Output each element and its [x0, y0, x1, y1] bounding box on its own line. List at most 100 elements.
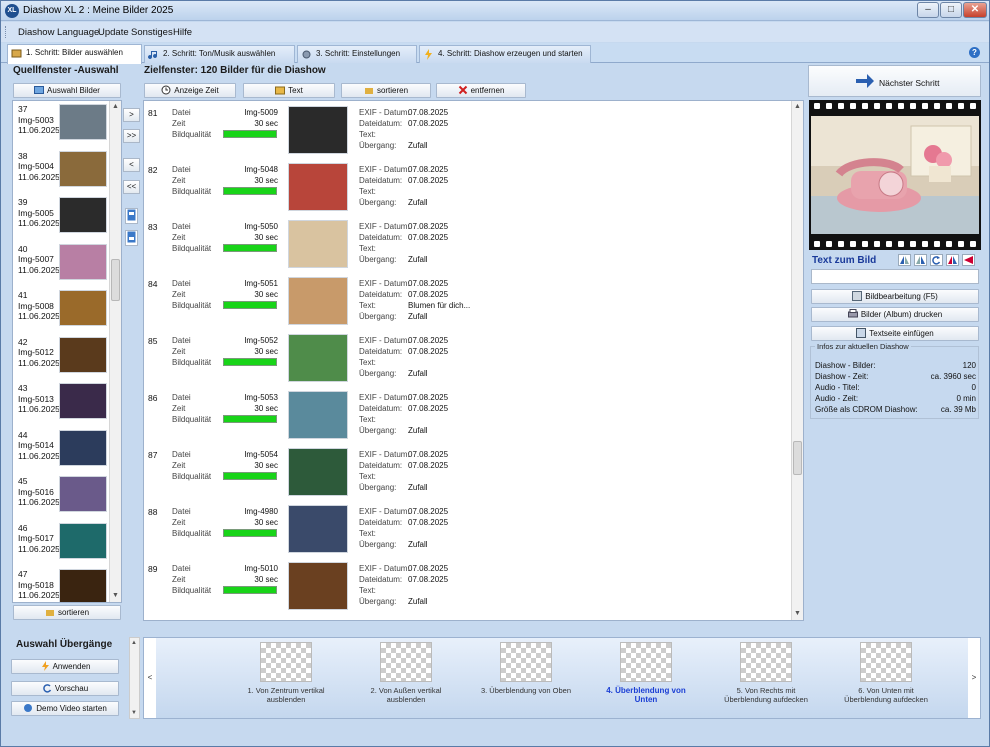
- scroll-down-arrow[interactable]: ▼: [110, 590, 121, 602]
- select-images-button[interactable]: Auswahl Bilder: [13, 83, 121, 98]
- add-all-button[interactable]: >>: [123, 129, 140, 143]
- target-row[interactable]: 85 Datei Zeit Bildqualität Img-5052 30 sec EXI…: [144, 329, 789, 386]
- text-button[interactable]: Text: [243, 83, 335, 98]
- source-item[interactable]: 46 Img-5017 11.06.2025: [13, 520, 113, 567]
- film-hole: [814, 103, 820, 109]
- target-scrollbar[interactable]: ▲ ▼: [791, 101, 803, 620]
- source-item-name: Img-5008: [18, 300, 54, 311]
- target-row[interactable]: 81 Datei Zeit Bildqualität Img-5009 30 sec EXI…: [144, 101, 789, 158]
- target-row[interactable]: 83 Datei Zeit Bildqualität Img-5050 30 sec EXI…: [144, 215, 789, 272]
- menu-diashow[interactable]: Diashow: [18, 27, 54, 38]
- file-date: 07.08.2025: [408, 347, 449, 356]
- rotate-icon[interactable]: [930, 254, 943, 266]
- film-hole: [850, 241, 856, 247]
- quality-label: Bildqualität: [172, 130, 212, 139]
- display-time-label: Anzeige Zeit: [174, 86, 219, 95]
- target-row[interactable]: 88 Datei Zeit Bildqualität Img-4980 30 sec EXI…: [144, 500, 789, 557]
- image-text-input[interactable]: [811, 269, 979, 284]
- print-album-button[interactable]: Bilder (Album) drucken: [811, 307, 979, 322]
- move-up-icon[interactable]: [125, 208, 138, 224]
- film-hole: [910, 103, 916, 109]
- source-item[interactable]: 37 Img-5003 11.06.2025: [13, 101, 113, 148]
- transition-item[interactable]: 5. Von Rechts mit Überblendung aufdecken: [716, 642, 816, 714]
- minimize-button[interactable]: –: [917, 2, 939, 18]
- transition-item[interactable]: 3. Überblendung von Oben: [476, 642, 576, 714]
- file-label: Datei: [172, 450, 191, 459]
- transition-item[interactable]: 1. Von Zentrum vertikal ausblenden: [236, 642, 336, 714]
- source-item[interactable]: 41 Img-5008 11.06.2025: [13, 287, 113, 334]
- remove-one-button[interactable]: <: [123, 158, 140, 172]
- source-item-date: 11.06.2025: [18, 218, 60, 228]
- scroll-down-arrow[interactable]: ▼: [792, 608, 803, 620]
- source-item[interactable]: 44 Img-5014 11.06.2025: [13, 427, 113, 474]
- info-value: 0: [971, 383, 976, 392]
- scroll-thumb[interactable]: [793, 441, 802, 475]
- source-item[interactable]: 38 Img-5004 11.06.2025: [13, 148, 113, 195]
- source-item[interactable]: 45 Img-5016 11.06.2025: [13, 473, 113, 520]
- move-down-icon[interactable]: [125, 230, 138, 246]
- scroll-down-arrow[interactable]: ▼: [131, 710, 137, 716]
- flip-icon[interactable]: [946, 254, 959, 266]
- close-button[interactable]: ✕: [963, 2, 987, 18]
- exif-date: 07.08.2025: [408, 450, 449, 459]
- target-row[interactable]: 86 Datei Zeit Bildqualität Img-5053 30 sec EXI…: [144, 386, 789, 443]
- menu-hilfe[interactable]: Hilfe: [173, 27, 192, 38]
- transitions-prev-button[interactable]: <: [144, 638, 156, 718]
- display-time-button[interactable]: Anzeige Zeit: [144, 83, 236, 98]
- transition-item[interactable]: 2. Von Außen vertikal ausblenden: [356, 642, 456, 714]
- source-sort-button[interactable]: sortieren: [13, 605, 121, 620]
- add-one-button[interactable]: >: [123, 108, 140, 122]
- scroll-thumb[interactable]: [111, 259, 120, 301]
- scroll-up-arrow[interactable]: ▲: [131, 640, 137, 646]
- maximize-button[interactable]: □: [940, 2, 962, 18]
- help-icon[interactable]: ?: [969, 47, 980, 58]
- target-row[interactable]: 87 Datei Zeit Bildqualität Img-5054 30 sec EXI…: [144, 443, 789, 500]
- menu-language[interactable]: Language: [57, 27, 99, 38]
- source-item[interactable]: 47 Img-5018 11.06.2025: [13, 566, 113, 602]
- source-item[interactable]: 39 Img-5005 11.06.2025: [13, 194, 113, 241]
- preview-button[interactable]: Vorschau: [11, 681, 119, 696]
- scroll-up-arrow[interactable]: ▲: [792, 101, 803, 113]
- exif-label: EXIF - Datum:: [359, 279, 410, 288]
- tab-step-3[interactable]: 3. Schritt: Einstellungen: [297, 45, 417, 63]
- next-step-button[interactable]: Nächster Schritt: [808, 65, 981, 97]
- source-list[interactable]: 37 Img-5003 11.06.2025 38 Img-5004 11.06.2025…: [12, 100, 122, 603]
- source-item[interactable]: 43 Img-5013 11.06.2025: [13, 380, 113, 427]
- film-hole: [946, 241, 952, 247]
- row-number: 87: [148, 450, 158, 460]
- source-scrollbar[interactable]: ▲ ▼: [109, 101, 121, 602]
- apply-button[interactable]: Anwenden: [11, 659, 119, 674]
- source-item[interactable]: 42 Img-5012 11.06.2025: [13, 334, 113, 381]
- file-date: 07.08.2025: [408, 176, 449, 185]
- mirror-horizontal-icon[interactable]: [898, 254, 911, 266]
- menu-update[interactable]: Update: [98, 27, 129, 38]
- next-step-label: Nächster Schritt: [879, 78, 940, 88]
- mirror-vertical-icon[interactable]: [914, 254, 927, 266]
- remove-button[interactable]: entfernen: [436, 83, 526, 98]
- target-list[interactable]: 81 Datei Zeit Bildqualität Img-5009 30 sec EXI…: [143, 100, 804, 621]
- remove-all-button[interactable]: <<: [123, 180, 140, 194]
- exif-label: EXIF - Datum:: [359, 450, 410, 459]
- transition-item[interactable]: 4. Überblendung von Unten: [596, 642, 696, 714]
- tab-step-1[interactable]: 1. Schritt: Bilder auswählen: [7, 44, 142, 64]
- tab-step-4[interactable]: 4. Schritt: Diashow erzeugen und starten: [419, 45, 591, 63]
- target-sort-button[interactable]: sortieren: [341, 83, 431, 98]
- flip-vertical-icon[interactable]: [962, 254, 975, 266]
- print-album-label: Bilder (Album) drucken: [860, 310, 943, 319]
- transitions-title: Auswahl Übergänge: [16, 639, 113, 650]
- demo-video-button[interactable]: Demo Video starten: [11, 701, 119, 716]
- scroll-up-arrow[interactable]: ▲: [110, 101, 121, 113]
- target-row[interactable]: 89 Datei Zeit Bildqualität Img-5010 30 sec EXI…: [144, 557, 789, 614]
- transitions-vscroll[interactable]: ▲ ▼: [129, 637, 140, 719]
- info-row: Diashow - Bilder: 120: [815, 361, 976, 372]
- image-editing-button[interactable]: Bildbearbeitung (F5): [811, 289, 979, 304]
- menu-sonstiges[interactable]: Sonstiges: [131, 27, 173, 38]
- insert-text-page-button[interactable]: Textseite einfügen: [811, 326, 979, 341]
- tab-step-2[interactable]: 2. Schritt: Ton/Musik auswählen: [144, 45, 295, 63]
- source-item[interactable]: 40 Img-5007 11.06.2025: [13, 241, 113, 288]
- row-number: 89: [148, 564, 158, 574]
- transition-item[interactable]: 6. Von Unten mit Überblendung aufdecken: [836, 642, 936, 714]
- target-row[interactable]: 82 Datei Zeit Bildqualität Img-5048 30 sec EXI…: [144, 158, 789, 215]
- transitions-next-button[interactable]: >: [968, 638, 980, 718]
- target-row[interactable]: 84 Datei Zeit Bildqualität Img-5051 30 sec EXI…: [144, 272, 789, 329]
